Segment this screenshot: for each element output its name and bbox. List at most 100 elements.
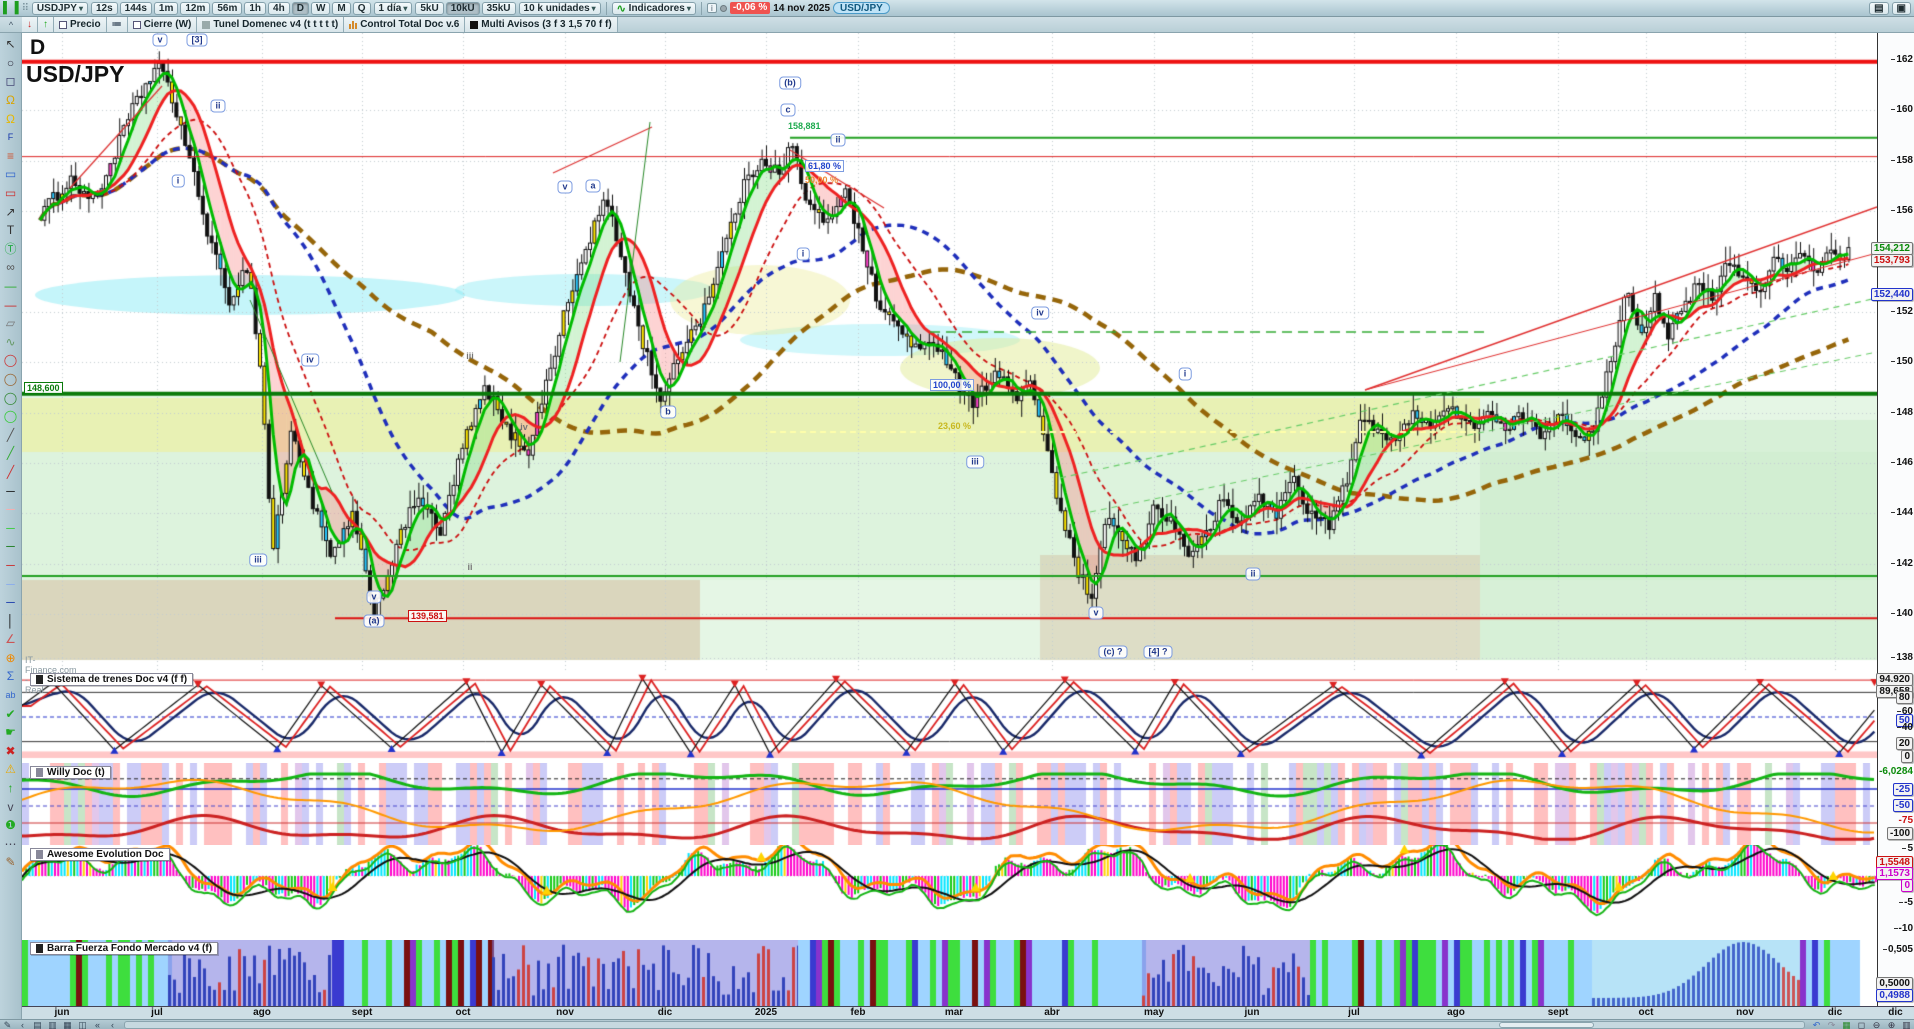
main-price-chart[interactable]: [22, 33, 1877, 672]
symbol-dropdown[interactable]: USDJPY▾: [32, 2, 88, 15]
panel-title-awesome[interactable]: Awesome Evolution Doc: [30, 848, 170, 861]
toolbar2-item[interactable]: ≔: [107, 17, 128, 32]
panel-awesome[interactable]: [22, 845, 1877, 940]
panel-sistema-trenes[interactable]: [22, 672, 1877, 763]
window-icon[interactable]: ◫: [75, 1020, 90, 1029]
wave-icon[interactable]: ∿: [2, 333, 20, 352]
zoom-in-icon[interactable]: ⊕: [1884, 1020, 1899, 1029]
timeframe-button-M[interactable]: M: [332, 2, 350, 15]
back-icon[interactable]: «: [90, 1020, 105, 1029]
wave-label[interactable]: ii: [210, 100, 225, 113]
wave-label[interactable]: (c) ?: [1099, 646, 1128, 659]
wave-label[interactable]: ii: [467, 562, 472, 572]
timeframe-button-W[interactable]: W: [311, 2, 330, 15]
unit-button-10kU[interactable]: 10kU: [446, 2, 480, 15]
marker-green-icon[interactable]: —: [2, 277, 20, 296]
zoom-fit-icon[interactable]: ◻: [1854, 1020, 1869, 1029]
timeframe-button-D[interactable]: D: [292, 2, 309, 15]
like-icon[interactable]: ☛: [2, 723, 20, 742]
circle-plus-icon[interactable]: ⊕: [2, 649, 20, 668]
redo-icon[interactable]: ↷: [1824, 1020, 1839, 1029]
arrow-up-icon[interactable]: ↑: [38, 17, 54, 32]
wave-label[interactable]: ii: [1245, 568, 1260, 581]
period-dropdown[interactable]: 1 día▾: [374, 2, 413, 15]
toolbar2-item[interactable]: Tunel Domenec v4 (t t t t t): [197, 17, 344, 32]
timeframe-button-1m[interactable]: 1m: [154, 2, 178, 15]
share-icon[interactable]: ‹: [15, 1020, 30, 1029]
fib-icon[interactable]: Σ: [2, 667, 20, 686]
timeframe-button-1h[interactable]: 1h: [244, 2, 266, 15]
timeframe-button-Q[interactable]: Q: [353, 2, 371, 15]
wave-label[interactable]: [3]: [187, 34, 208, 47]
hline-green-icon[interactable]: ─: [2, 518, 20, 537]
pointer-icon[interactable]: ↖: [2, 35, 20, 54]
timeframe-button-12m[interactable]: 12m: [180, 2, 210, 15]
price-axis[interactable]: 162160158156152150148146144142140138154,…: [1877, 33, 1914, 1006]
pointer-f-icon[interactable]: F: [2, 128, 20, 147]
hline-blue-icon[interactable]: ─: [2, 593, 20, 612]
wave-label[interactable]: b: [660, 406, 676, 419]
hline-dkgreen-icon[interactable]: ─: [2, 537, 20, 556]
wave-label[interactable]: c: [780, 104, 795, 117]
price-annotation[interactable]: 100,00 %: [930, 379, 974, 391]
wave-label[interactable]: iv: [520, 422, 528, 432]
price-annotation[interactable]: 158,881: [788, 121, 821, 131]
hline-ltblue-icon[interactable]: ─: [2, 574, 20, 593]
zoom-icon[interactable]: ○: [2, 54, 20, 73]
price-annotation[interactable]: 61,80 %: [805, 160, 844, 172]
pin-icon[interactable]: ∞: [2, 258, 20, 277]
file-icon[interactable]: ▥: [45, 1020, 60, 1029]
layers-icon[interactable]: ▦: [60, 1020, 75, 1029]
detach-icon[interactable]: ▣: [1892, 2, 1911, 15]
marker-red-icon[interactable]: —: [2, 295, 20, 314]
price-annotation[interactable]: 50,00 %: [805, 175, 838, 185]
hline-red-icon[interactable]: ─: [2, 556, 20, 575]
panel-willy[interactable]: [22, 763, 1877, 845]
wave-label[interactable]: ii: [830, 134, 845, 147]
wave-label[interactable]: iv: [301, 354, 319, 367]
timeframe-button-12s[interactable]: 12s: [91, 2, 118, 15]
info-icon[interactable]: i: [707, 3, 717, 13]
wave-label[interactable]: a: [585, 180, 600, 193]
wave-label[interactable]: i: [797, 248, 810, 261]
scrollbar-thumb[interactable]: [1499, 1022, 1594, 1028]
rect-blue-icon[interactable]: ▭: [2, 165, 20, 184]
chat-icon[interactable]: ▤: [30, 1020, 45, 1029]
wave-label[interactable]: iii: [466, 351, 474, 361]
arrow-icon[interactable]: ↗: [2, 202, 20, 221]
draw-icon[interactable]: ✎: [0, 1020, 15, 1029]
ruler-icon[interactable]: ▱: [2, 314, 20, 333]
panel-barra-fuerza[interactable]: [22, 940, 1877, 1006]
toolbar2-item[interactable]: Control Total Doc v.6: [344, 17, 465, 32]
hline-black-icon[interactable]: ─: [2, 481, 20, 500]
time-axis[interactable]: junjulagoseptoctnovdic2025febmarabrmayju…: [22, 1006, 1877, 1019]
unit-button-5kU[interactable]: 5kU: [415, 2, 443, 15]
line-red-icon[interactable]: ╱: [2, 463, 20, 482]
timeframe-button-144s[interactable]: 144s: [120, 2, 152, 15]
line-green-icon[interactable]: ╱: [2, 444, 20, 463]
rect-red-icon[interactable]: ▭: [2, 184, 20, 203]
ellipse-lime-icon[interactable]: ◯: [2, 407, 20, 426]
close-icon[interactable]: ✖: [2, 742, 20, 761]
vline-icon[interactable]: │: [2, 611, 20, 630]
timeframe-button-4h[interactable]: 4h: [268, 2, 290, 15]
wave-label[interactable]: (b): [779, 77, 801, 90]
ellipse-brown-icon[interactable]: ◯: [2, 370, 20, 389]
panel-title-willy[interactable]: Willy Doc (t): [30, 766, 111, 779]
timeframe-button-56m[interactable]: 56m: [212, 2, 242, 15]
chevron-down-icon[interactable]: v: [2, 797, 20, 816]
wave-label[interactable]: iii: [966, 456, 984, 469]
ellipse-green-icon[interactable]: ◯: [2, 388, 20, 407]
wave-label[interactable]: [4] ?: [1144, 646, 1173, 659]
alert-pointer-icon[interactable]: Ω: [2, 91, 20, 110]
warning-icon[interactable]: ⚠: [2, 760, 20, 779]
prev-icon[interactable]: ‹: [105, 1020, 120, 1029]
up-arrow-icon[interactable]: ↑: [2, 779, 20, 798]
chart-tool-icon[interactable]: ▦: [1839, 1020, 1854, 1029]
hline-pink-icon[interactable]: ─: [2, 500, 20, 519]
wave-label[interactable]: iv: [1031, 307, 1049, 320]
wave-label[interactable]: v: [557, 181, 572, 194]
symbol-pill[interactable]: USD/JPY: [833, 2, 890, 14]
toolbar2-item[interactable]: Multi Avisos (3 f 3 1,5 70 f f): [465, 17, 617, 32]
arrow-down-icon[interactable]: ↓: [22, 17, 38, 32]
